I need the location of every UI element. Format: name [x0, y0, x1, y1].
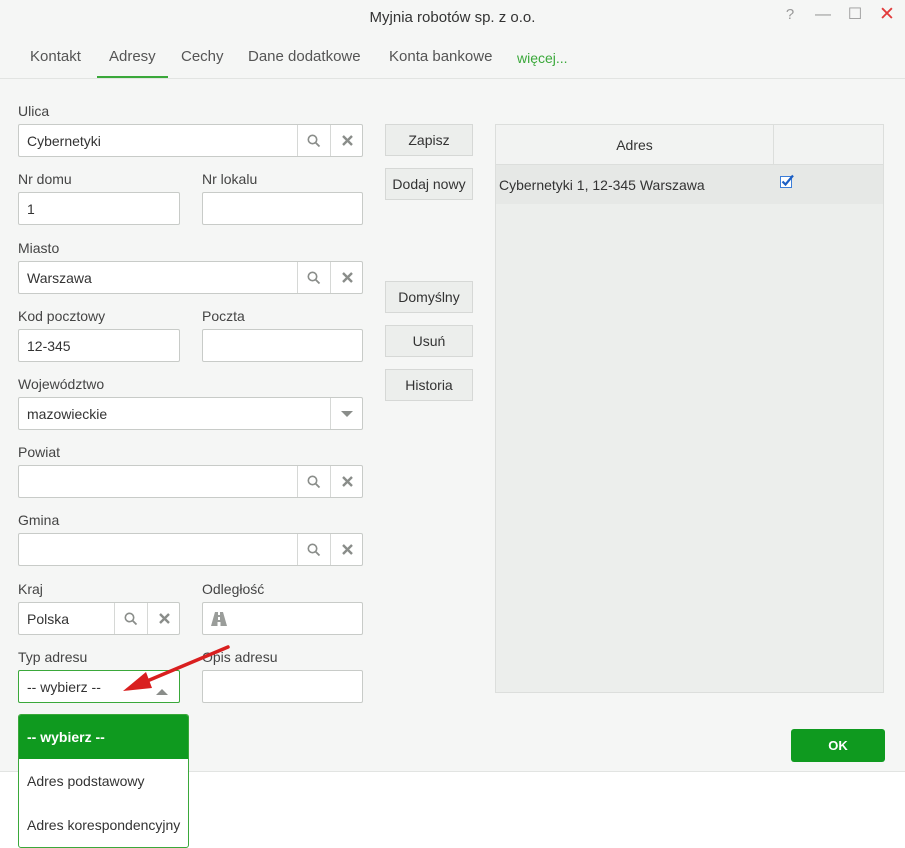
close-button[interactable]: ✕ — [876, 4, 898, 26]
ulica-field[interactable]: Cybernetyki — [18, 124, 363, 157]
miasto-label: Miasto — [18, 240, 60, 256]
opis-adresu-field[interactable] — [202, 670, 363, 703]
maximize-button[interactable]: ☐ — [844, 4, 866, 26]
checkbox-checked-icon[interactable] — [780, 174, 794, 188]
window-title: Myjnia robotów sp. z o.o. — [369, 9, 536, 26]
gmina-field[interactable] — [18, 533, 363, 566]
powiat-label: Powiat — [18, 444, 61, 460]
table-row[interactable]: Cybernetyki 1, 12-345 Warszawa — [496, 165, 883, 204]
search-icon[interactable] — [297, 534, 330, 565]
typ-adresu-label: Typ adresu — [18, 649, 88, 665]
kod-pocztowy-label: Kod pocztowy — [18, 308, 106, 324]
poczta-label: Poczta — [202, 308, 245, 324]
tab-konta-bankowe[interactable]: Konta bankowe — [389, 48, 492, 78]
dropdown-option-adres-podstawowy[interactable]: Adres podstawowy — [19, 759, 188, 803]
search-icon[interactable] — [297, 466, 330, 497]
dialog-window: Myjnia robotów sp. z o.o. ? — ☐ ✕ Kontak… — [0, 0, 905, 772]
clear-icon[interactable] — [147, 603, 180, 634]
powiat-field[interactable] — [18, 465, 363, 498]
ok-button[interactable]: OK — [791, 729, 885, 762]
tab-dane-dodatkowe[interactable]: Dane dodatkowe — [248, 48, 361, 78]
usun-button[interactable]: Usuń — [385, 325, 473, 357]
typ-adresu-value: -- wybierz -- — [27, 679, 101, 695]
typ-adresu-dropdown: -- wybierz -- Adres podstawowy Adres kor… — [18, 714, 189, 848]
title-bar: Myjnia robotów sp. z o.o. ? — ☐ ✕ — [0, 0, 905, 36]
nr-domu-value: 1 — [27, 201, 35, 217]
minimize-button[interactable]: — — [812, 4, 834, 26]
grid-header: Adres — [496, 125, 883, 165]
wojewodztwo-select[interactable]: mazowieckie — [18, 397, 363, 430]
ulica-value: Cybernetyki — [27, 133, 101, 149]
gmina-label: Gmina — [18, 512, 60, 528]
clear-icon[interactable] — [330, 125, 363, 156]
tab-wiecej[interactable]: więcej... — [517, 50, 568, 80]
tab-cechy[interactable]: Cechy — [181, 48, 224, 78]
search-icon[interactable] — [297, 125, 330, 156]
miasto-field[interactable]: Warszawa — [18, 261, 363, 294]
kraj-value: Polska — [27, 611, 70, 627]
clear-icon[interactable] — [330, 262, 363, 293]
wojewodztwo-label: Województwo — [18, 376, 105, 392]
clear-icon[interactable] — [330, 466, 363, 497]
help-button[interactable]: ? — [779, 4, 801, 26]
dropdown-option-wybierz[interactable]: -- wybierz -- — [19, 715, 188, 759]
search-icon[interactable] — [114, 603, 147, 634]
tab-kontakt[interactable]: Kontakt — [30, 48, 81, 78]
tab-bar: Kontakt Adresy Cechy Dane dodatkowe Kont… — [0, 40, 905, 79]
miasto-value: Warszawa — [27, 270, 92, 286]
typ-adresu-select[interactable]: -- wybierz -- — [18, 670, 180, 703]
odleglosc-label: Odległość — [202, 581, 265, 597]
grid-header-adres[interactable]: Adres — [496, 125, 774, 165]
poczta-field[interactable] — [202, 329, 363, 362]
ulica-label: Ulica — [18, 103, 50, 119]
chevron-down-icon[interactable] — [330, 398, 363, 429]
clear-icon[interactable] — [330, 534, 363, 565]
kod-pocztowy-field[interactable]: 12-345 — [18, 329, 180, 362]
historia-button[interactable]: Historia — [385, 369, 473, 401]
nr-domu-field[interactable]: 1 — [18, 192, 180, 225]
kraj-field[interactable]: Polska — [18, 602, 180, 635]
dropdown-option-adres-korespondencyjny[interactable]: Adres korespondencyjny — [19, 803, 188, 847]
wojewodztwo-value: mazowieckie — [27, 406, 108, 422]
address-grid: Adres Cybernetyki 1, 12-345 Warszawa — [495, 124, 884, 693]
tab-adresy[interactable]: Adresy — [97, 48, 168, 78]
chevron-up-icon[interactable] — [155, 683, 169, 699]
nr-domu-label: Nr domu — [18, 171, 72, 187]
kod-pocztowy-value: 12-345 — [27, 338, 71, 354]
nr-lokalu-label: Nr lokalu — [202, 171, 258, 187]
opis-adresu-label: Opis adresu — [202, 649, 278, 665]
kraj-label: Kraj — [18, 581, 43, 597]
search-icon[interactable] — [297, 262, 330, 293]
address-cell: Cybernetyki 1, 12-345 Warszawa — [499, 177, 705, 193]
domyslny-button[interactable]: Domyślny — [385, 281, 473, 313]
road-icon — [211, 612, 227, 629]
zapisz-button[interactable]: Zapisz — [385, 124, 473, 156]
dodaj-nowy-button[interactable]: Dodaj nowy — [385, 168, 473, 200]
odleglosc-field[interactable] — [202, 602, 363, 635]
nr-lokalu-field[interactable] — [202, 192, 363, 225]
